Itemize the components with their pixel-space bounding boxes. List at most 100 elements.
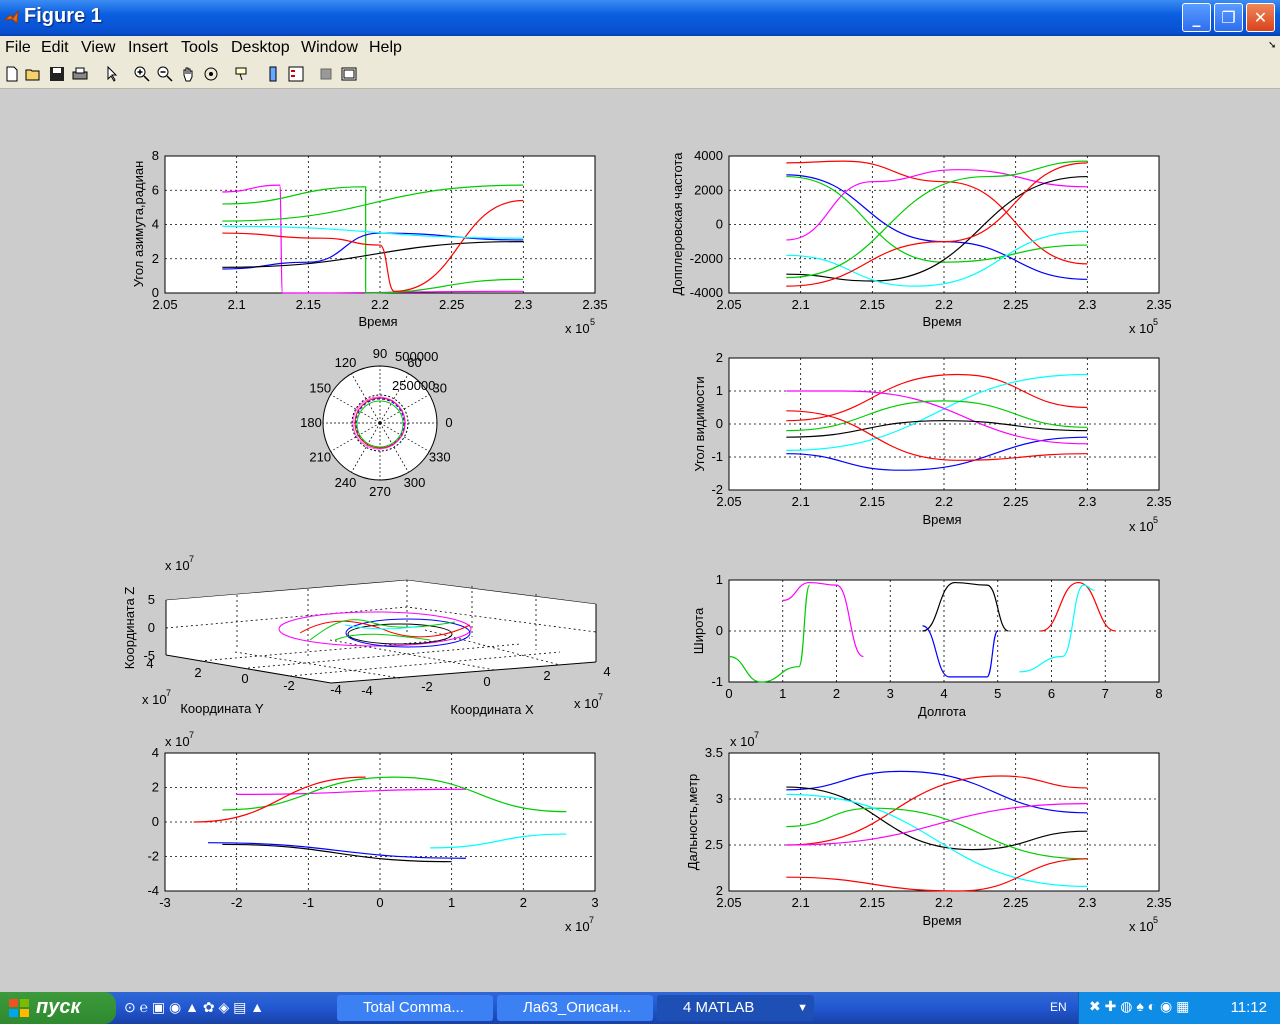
hide-plot-tools-icon[interactable] xyxy=(318,66,334,82)
language-indicator[interactable]: EN xyxy=(1050,1000,1067,1014)
print-icon[interactable] xyxy=(72,66,88,82)
x-tick-label: -2 xyxy=(231,895,243,910)
azimuth-axes[interactable]: 2.05 2.1 2.15 2.2 2.25 2.3 2.3502468 Угол азим… xyxy=(131,148,608,336)
orbit3d-xexp-power: 7 xyxy=(598,692,603,702)
y-tick-label: -2 xyxy=(147,849,159,864)
x-tick-label: 2.25 xyxy=(1003,895,1028,910)
x-tick-label: 2.15 xyxy=(860,895,885,910)
doppler-axes[interactable]: 2.05 2.1 2.15 2.2 2.25 2.3 2.35-4000-200002000… xyxy=(670,148,1172,336)
system-tray: ✖ ✚ ◍ ♠ ◐ ◉ ▦ 11:12 xyxy=(1078,992,1280,1024)
menu-view[interactable]: View xyxy=(81,39,115,57)
menu-insert[interactable]: Insert xyxy=(128,39,168,57)
x-tick-label: 2 xyxy=(520,895,527,910)
x-tick-label: 0 xyxy=(376,895,383,910)
x-tick-label: 4 xyxy=(940,686,947,701)
elevation-ylabel: Угол видимости xyxy=(692,376,707,471)
z-tick-label: 5 xyxy=(148,592,155,607)
pan-icon[interactable] xyxy=(180,66,196,82)
latlon-axes[interactable]: 0 1 2 3 4 5 6 7 8-101 Широта Долгота xyxy=(691,572,1163,719)
new-icon[interactable] xyxy=(4,66,20,82)
range-xexp: x 10 xyxy=(1129,919,1154,934)
y-tick-label: 3.5 xyxy=(705,745,723,760)
menu-file[interactable]: File xyxy=(5,39,31,57)
y-tick-label: 4 xyxy=(146,656,153,671)
y-tick-label: 0 xyxy=(716,217,723,232)
x-tick-label: 1 xyxy=(779,686,786,701)
y-tick-label: -1 xyxy=(711,674,723,689)
orbit3d-yexp: x 10 xyxy=(142,692,167,707)
task-total-commander[interactable]: Total Comma... xyxy=(337,995,493,1021)
task-matlab-group[interactable]: 4 MATLAB ▼ xyxy=(657,995,814,1021)
polar-axes[interactable]: 9060300330300270240210180150120 500000250… xyxy=(300,346,452,499)
colorbar-icon[interactable] xyxy=(265,66,281,82)
menu-desktop[interactable]: Desktop xyxy=(231,39,290,57)
menu-dock-arrow-icon[interactable]: ➘ xyxy=(1268,40,1276,51)
y-tick-label: 0 xyxy=(152,814,159,829)
range-axes[interactable]: 2.05 2.1 2.15 2.2 2.25 2.3 2.3522.533.5 Дально… xyxy=(685,730,1172,934)
x-tick-label: 2.1 xyxy=(228,297,246,312)
polar-angle-label: 330 xyxy=(429,450,451,465)
rotate-icon[interactable] xyxy=(203,66,219,82)
doppler-xexp-power: 5 xyxy=(1153,317,1158,327)
y-tick-label: 1 xyxy=(716,572,723,587)
z-tick-label: 0 xyxy=(148,620,155,635)
matlab-logo-icon xyxy=(4,9,19,24)
polar-angle-label: 150 xyxy=(309,381,331,396)
xy-axes[interactable]: -3 -2 -1 0 1 2 3 -4 -2 0 2 4 x 10 7 x 10 7 xyxy=(147,730,598,934)
task-word-doc[interactable]: Ла63_Описан... xyxy=(497,995,653,1021)
orbit3d-zexp-power: 7 xyxy=(189,554,194,564)
x-tick-label: 2.3 xyxy=(1078,297,1096,312)
close-button[interactable]: ✕ xyxy=(1246,3,1275,32)
y-tick-label: 4 xyxy=(152,217,159,232)
x-tick-label: 8 xyxy=(1155,686,1162,701)
maximize-button[interactable]: ❐ xyxy=(1214,3,1243,32)
y-tick-label: -4 xyxy=(330,682,342,697)
x-tick-label: 2.2 xyxy=(935,494,953,509)
y-tick-label: 2 xyxy=(716,883,723,898)
tray-icons[interactable]: ✖ ✚ ◍ ♠ ◐ ◉ ▦ xyxy=(1089,998,1189,1015)
range-yexp-power: 7 xyxy=(754,730,759,740)
datacursor-icon[interactable] xyxy=(234,66,250,82)
x-tick-label: -4 xyxy=(361,683,373,698)
pointer-icon[interactable] xyxy=(104,66,120,82)
azimuth-xlabel: Время xyxy=(358,314,397,329)
orbit3d-zlabel: Координата Z xyxy=(122,587,137,670)
polar-angle-label: 90 xyxy=(373,346,387,361)
quick-launch-icons[interactable]: ⊙ ℮ ▣ ◉ ▲ ✿ ◈ ▤ ▲ xyxy=(124,999,324,1017)
orbit3d-ylabel: Координата Y xyxy=(180,701,264,716)
figure-canvas: 2.05 2.1 2.15 2.2 2.25 2.3 2.35 0 2 4 6 8 Угол азим… xyxy=(0,89,1280,992)
clock: 11:12 xyxy=(1230,999,1267,1016)
x-tick-label: 2.2 xyxy=(935,297,953,312)
y-tick-label: -4 xyxy=(147,883,159,898)
minimize-button[interactable]: _ xyxy=(1182,3,1211,32)
y-tick-label: 4 xyxy=(152,745,159,760)
save-icon[interactable] xyxy=(49,66,65,82)
orbit3d-axes[interactable]: x 10 750-5Координата Z 42 0 -2 -4 -4 -2 0 2 4x 10 7… xyxy=(122,554,611,717)
zoom-out-icon[interactable] xyxy=(157,66,173,82)
legend-icon[interactable] xyxy=(288,66,304,82)
x-tick-label: 2.1 xyxy=(792,297,810,312)
menu-edit[interactable]: Edit xyxy=(41,39,69,57)
zoom-in-icon[interactable] xyxy=(134,66,150,82)
polar-angle-label: 270 xyxy=(369,484,391,499)
elevation-axes[interactable]: 2.05 2.1 2.15 2.2 2.25 2.3 2.35-2-1012 Угол ви… xyxy=(692,350,1172,534)
x-tick-label: 2.3 xyxy=(1078,494,1096,509)
elevation-xexp-power: 5 xyxy=(1153,515,1158,525)
y-tick-label: 2.5 xyxy=(705,837,723,852)
y-tick-label: 6 xyxy=(152,182,159,197)
start-button[interactable]: пуск xyxy=(0,992,116,1024)
menu-help[interactable]: Help xyxy=(369,39,402,57)
y-tick-label: -4000 xyxy=(690,285,723,300)
menu-window[interactable]: Window xyxy=(301,39,358,57)
doppler-xlabel: Время xyxy=(922,314,961,329)
open-icon[interactable] xyxy=(25,66,41,82)
show-plot-tools-icon[interactable] xyxy=(341,66,357,82)
x-tick-label: 2.15 xyxy=(860,297,885,312)
azimuth-ylabel: Угол азимута,радиан xyxy=(131,161,146,288)
y-tick-label: -2 xyxy=(711,482,723,497)
azimuth-xexp: x 10 xyxy=(565,321,590,336)
group-arrow-icon: ▼ xyxy=(797,1002,808,1014)
y-tick-label: 2 xyxy=(152,780,159,795)
menu-tools[interactable]: Tools xyxy=(181,39,218,57)
window-titlebar[interactable]: Figure 1 _ ❐ ✕ xyxy=(0,0,1280,36)
